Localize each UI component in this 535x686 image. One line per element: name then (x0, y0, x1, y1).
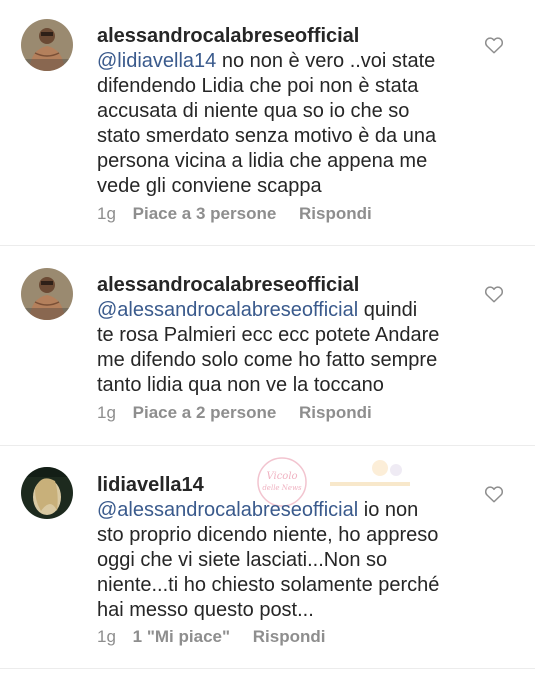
comment-text: no non è vero ..voi state (216, 50, 436, 72)
mention-link[interactable]: @lidiavella14 (97, 50, 216, 72)
comment-time: 1g (97, 204, 116, 223)
comment-body: alessandrocalabreseofficial @lidiavella1… (97, 24, 473, 199)
comment-username[interactable]: alessandrocalabreseofficial (97, 24, 473, 48)
reply-button[interactable]: Rispondi (253, 627, 326, 646)
comment-text-line: persona vicina a lidia che appena me (97, 150, 428, 172)
reply-button[interactable]: Rispondi (299, 204, 372, 223)
avatar[interactable] (21, 19, 73, 71)
divider (0, 445, 535, 446)
comment-text-line: stato smerdato senza motivo è da una (97, 125, 437, 147)
divider (0, 245, 535, 246)
comment-text-line: te rosa Palmieri ecc ecc potete Andare (97, 324, 440, 346)
likes-count-link[interactable]: 1 "Mi piace" (133, 627, 230, 646)
comment-meta: 1g Piace a 2 persone Rispondi (97, 403, 372, 423)
avatar[interactable] (21, 268, 73, 320)
heart-outline-icon[interactable] (484, 285, 504, 303)
comment-body: alessandrocalabreseofficial @alessandroc… (97, 273, 473, 398)
comment-text-line: vede gli conviene scappa (97, 175, 322, 197)
comment-text-line: accusata di niente qua so io che so (97, 100, 410, 122)
comment-body: lidiavella14 @alessandrocalabreseofficia… (97, 473, 473, 623)
comment-text-line: oggi che vi siete lasciati...Non so (97, 549, 388, 571)
divider (0, 668, 535, 669)
heart-outline-icon[interactable] (484, 36, 504, 54)
comment-text-line: tanto lidia qua non ve la toccano (97, 374, 384, 396)
comment-text: io non (358, 499, 419, 521)
comment-text: quindi (358, 299, 418, 321)
reply-button[interactable]: Rispondi (299, 403, 372, 422)
mention-link[interactable]: @alessandrocalabreseofficial (97, 499, 358, 521)
comment-text-line: sto proprio dicendo niente, ho appreso (97, 524, 439, 546)
comment-time: 1g (97, 627, 116, 646)
comment-username[interactable]: alessandrocalabreseofficial (97, 273, 473, 297)
comment-text-line: @lidiavella14 no non è vero ..voi state (97, 49, 473, 74)
comment-meta: 1g 1 "Mi piace" Rispondi (97, 627, 326, 647)
likes-count-link[interactable]: Piace a 2 persone (133, 403, 277, 422)
likes-count-link[interactable]: Piace a 3 persone (133, 204, 277, 223)
heart-outline-icon[interactable] (484, 485, 504, 503)
comment-username[interactable]: lidiavella14 (97, 473, 473, 497)
comment-meta: 1g Piace a 3 persone Rispondi (97, 204, 372, 224)
comment-time: 1g (97, 403, 116, 422)
comment-text-line: hai messo questo post... (97, 599, 314, 621)
avatar[interactable] (21, 467, 73, 519)
mention-link[interactable]: @alessandrocalabreseofficial (97, 299, 358, 321)
comment-text-line: @alessandrocalabreseofficial io non (97, 498, 473, 523)
comment-text-line: difendendo Lidia che poi non è stata (97, 75, 419, 97)
comment-text-line: niente...ti ho chiesto solamente perché (97, 574, 440, 596)
comment-text-line: @alessandrocalabreseofficial quindi (97, 298, 473, 323)
comment-text-line: me difendo solo come ho fatto sempre (97, 349, 438, 371)
